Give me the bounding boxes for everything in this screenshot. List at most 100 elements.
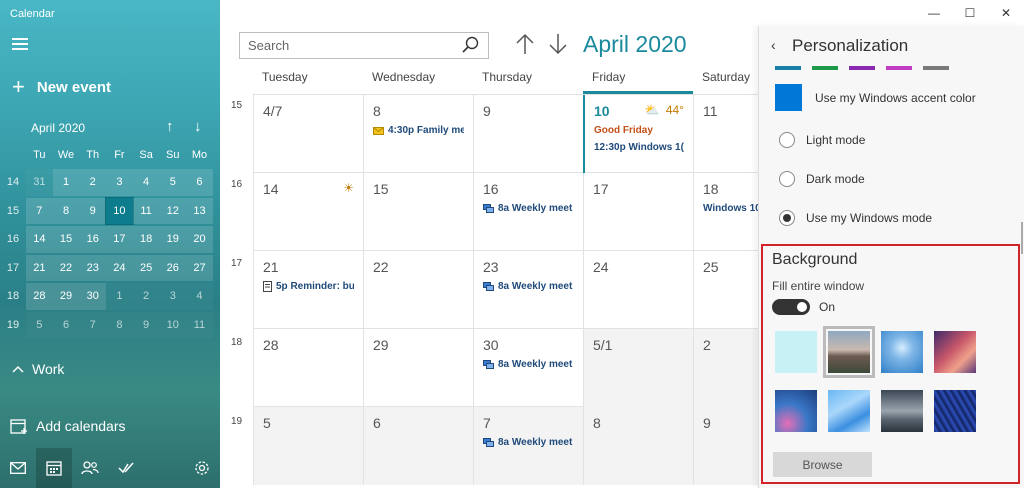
mini-calendar-day[interactable]: 9 [133,312,160,339]
mini-calendar-day[interactable]: 12 [159,197,187,224]
day-cell[interactable]: 7 8a Weekly meet [473,407,583,485]
hamburger-menu-icon[interactable] [12,38,28,52]
day-cell[interactable]: 10 ⛅ 44° Good Friday 12:30p Windows 1( [583,95,693,173]
fill-window-toggle[interactable] [772,299,810,315]
day-cell[interactable]: 9 [473,95,583,173]
day-cell[interactable]: 5/1 [583,329,693,407]
radio-button[interactable] [779,210,795,226]
close-icon[interactable]: ✕ [988,0,1024,26]
mini-calendar-day[interactable]: 26 [159,254,187,281]
mini-calendar-day[interactable]: 21 [26,254,53,281]
color-swatch[interactable] [812,66,838,70]
month-title[interactable]: April 2020 [583,31,687,58]
arrow-down-icon[interactable]: ↓ [194,118,202,135]
calendar-event[interactable]: 8a Weekly meet [483,203,574,214]
color-swatch[interactable] [849,66,875,70]
calendar-icon[interactable] [36,448,72,488]
mini-calendar-day[interactable]: 19 [159,226,187,253]
day-cell[interactable]: 21 5p Reminder: bu [253,251,363,329]
mini-calendar-day[interactable]: 8 [106,312,133,339]
new-event-button[interactable]: + New event [12,76,111,98]
mini-calendar-day[interactable]: 15 [52,226,80,253]
calendar-event[interactable]: 5p Reminder: bu [263,281,354,292]
mini-calendar-day[interactable]: 20 [186,226,213,253]
mini-calendar-day[interactable]: 27 [186,254,213,281]
color-swatch[interactable] [775,66,801,70]
mail-icon[interactable] [0,448,36,488]
day-cell[interactable]: 17 [583,173,693,251]
radio-button[interactable] [779,171,795,187]
mini-calendar-day[interactable]: 10 [105,196,134,225]
mini-calendar-month[interactable]: April 2020 [31,121,85,135]
mini-calendar-day[interactable]: 2 [79,169,107,196]
mini-calendar-day[interactable]: 9 [79,197,107,224]
day-cell[interactable]: 16 8a Weekly meet [473,173,583,251]
background-thumb-plain[interactable] [775,331,817,373]
todo-icon[interactable] [108,448,144,488]
day-cell[interactable]: 15 [363,173,473,251]
add-calendars-button[interactable]: Add calendars [10,417,126,435]
calendar-event[interactable]: 4:30p Family me [373,125,464,136]
mini-calendar-day[interactable]: 5 [159,169,187,196]
day-cell[interactable]: 8 4:30p Family me [363,95,473,173]
mini-calendar-day[interactable]: 1 [52,169,80,196]
mini-calendar-day[interactable]: 4 [132,169,160,196]
previous-arrow-icon[interactable] [515,33,535,55]
mini-calendar-day[interactable]: 11 [186,312,213,339]
mode-radio-option[interactable]: Use my Windows mode [779,210,932,226]
mini-calendar-day[interactable]: 6 [53,312,80,339]
search-icon[interactable] [462,36,480,54]
mode-radio-option[interactable]: Light mode [779,132,865,148]
day-cell[interactable]: 8 [583,407,693,485]
panel-scrollbar[interactable] [1021,222,1023,254]
mini-calendar-day[interactable]: 25 [132,254,160,281]
day-cell[interactable]: 28 [253,329,363,407]
day-cell[interactable]: 6 [363,407,473,485]
day-cell[interactable]: 29 [363,329,473,407]
mini-calendar-day[interactable]: 22 [52,254,80,281]
arrow-up-icon[interactable]: ↑ [166,118,174,135]
background-thumb-tree[interactable] [881,331,923,373]
mini-calendar-day[interactable]: 5 [26,312,53,339]
gear-icon[interactable] [184,448,220,488]
radio-button[interactable] [779,132,795,148]
background-thumb-glass[interactable] [828,390,870,432]
day-cell[interactable]: 4/7 [253,95,363,173]
work-calendar-group[interactable]: Work [12,361,64,377]
people-icon[interactable] [72,448,108,488]
day-cell[interactable]: 5 [253,407,363,485]
mini-calendar-day[interactable]: 6 [186,169,213,196]
next-arrow-icon[interactable] [548,33,568,55]
background-thumb-canyon[interactable] [934,331,976,373]
mode-radio-option[interactable]: Dark mode [779,171,865,187]
calendar-event[interactable]: 8a Weekly meet [483,281,574,292]
mini-calendar-day[interactable]: 4 [186,283,213,310]
back-chevron-icon[interactable]: ‹ [771,37,776,53]
calendar-event[interactable]: 12:30p Windows 1( [594,142,684,153]
mini-calendar-day[interactable]: 8 [52,197,80,224]
mini-calendar-day[interactable]: 16 [79,226,107,253]
mini-calendar-day[interactable]: 3 [159,283,186,310]
calendar-event[interactable]: 8a Weekly meet [483,437,574,448]
mini-calendar-day[interactable]: 24 [106,254,133,281]
minimize-icon[interactable]: — [916,0,952,26]
mini-calendar-day[interactable]: 17 [106,226,133,253]
accent-color-swatch[interactable] [775,84,802,111]
calendar-event[interactable]: 8a Weekly meet [483,359,574,370]
browse-button[interactable]: Browse [773,452,872,477]
background-thumb-abstract[interactable] [775,390,817,432]
background-thumb-lines[interactable] [934,390,976,432]
mini-calendar-day[interactable]: 2 [133,283,160,310]
mini-calendar-day[interactable]: 10 [159,312,186,339]
windows-accent-option[interactable]: Use my Windows accent color [775,84,976,111]
mini-calendar-day[interactable]: 23 [79,254,107,281]
day-cell[interactable]: 14 ☀ [253,173,363,251]
mini-calendar-day[interactable]: 7 [79,312,106,339]
mini-calendar-day[interactable]: 1 [106,283,133,310]
maximize-icon[interactable]: ☐ [952,0,988,26]
day-cell[interactable]: 30 8a Weekly meet [473,329,583,407]
mini-calendar-day[interactable]: 30 [79,283,107,310]
day-cell[interactable]: 22 [363,251,473,329]
mini-calendar-day[interactable]: 14 [26,226,53,253]
mini-calendar-day[interactable]: 11 [132,197,160,224]
